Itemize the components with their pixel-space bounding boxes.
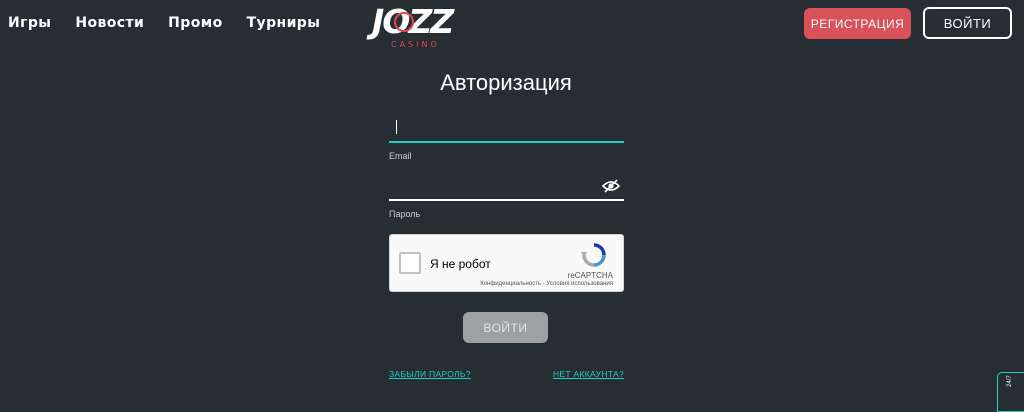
password-field-wrapper xyxy=(389,175,624,201)
password-input[interactable] xyxy=(389,175,624,197)
support-label: 24/7 xyxy=(1007,375,1013,387)
forgot-password-link[interactable]: ЗАБЫЛИ ПАРОЛЬ? xyxy=(389,369,471,379)
password-label: Пароль xyxy=(389,209,421,219)
nav-item-tournaments[interactable]: Турниры xyxy=(247,15,321,31)
recaptcha-brand: reCAPTCHA xyxy=(567,271,613,280)
page-title: Авторизация xyxy=(440,70,572,95)
text-caret xyxy=(396,120,397,134)
login-button[interactable]: ВОЙТИ xyxy=(923,7,1012,39)
recaptcha-label: Я не робот xyxy=(430,257,491,271)
logo[interactable]: JOZZ CASINO xyxy=(372,2,464,54)
recaptcha-checkbox[interactable] xyxy=(399,252,421,274)
recaptcha-icon xyxy=(581,243,606,267)
recaptcha-widget: Я не робот reCAPTCHA Конфиденциальность … xyxy=(389,234,624,292)
email-input[interactable] xyxy=(389,117,624,139)
eye-slash-icon[interactable] xyxy=(602,179,620,193)
nav-item-games[interactable]: Игры xyxy=(8,15,51,31)
submit-login-button[interactable]: ВОЙТИ xyxy=(463,312,548,343)
no-account-link[interactable]: НЕТ АККАУНТА? xyxy=(553,369,624,379)
recaptcha-links[interactable]: Конфиденциальность - Условия использован… xyxy=(480,281,613,287)
support-tab[interactable]: 24/7 xyxy=(997,372,1024,412)
main-nav: Игры Новости Промо Турниры xyxy=(8,15,344,31)
roulette-icon xyxy=(394,12,414,32)
logo-subtitle: CASINO xyxy=(391,40,440,49)
register-button[interactable]: РЕГИСТРАЦИЯ xyxy=(804,8,911,39)
email-field-wrapper xyxy=(389,117,624,143)
email-label: Email xyxy=(389,151,412,161)
nav-item-news[interactable]: Новости xyxy=(75,15,144,31)
nav-item-promo[interactable]: Промо xyxy=(168,15,222,31)
